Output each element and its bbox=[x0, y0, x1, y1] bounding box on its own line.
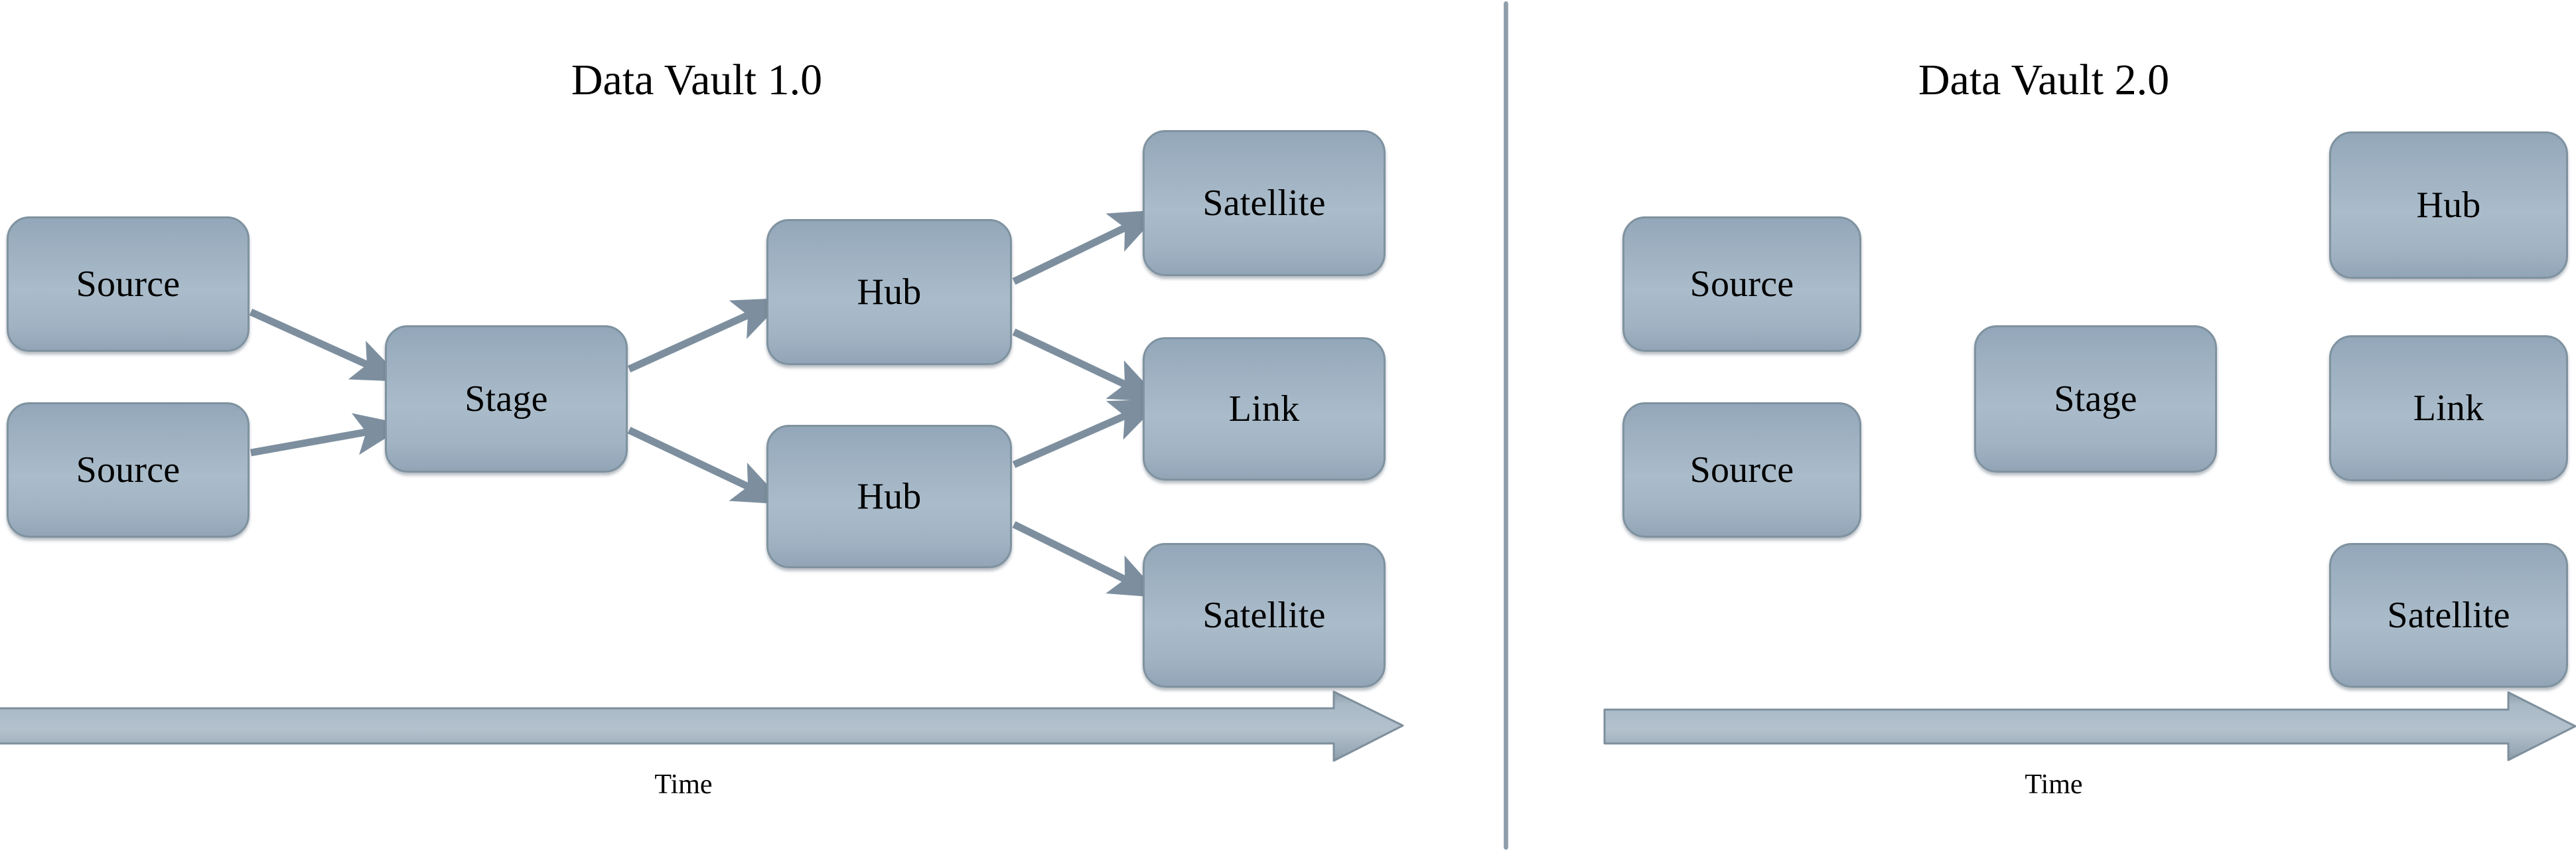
node-label: Hub bbox=[2416, 185, 2481, 226]
node-label: Source bbox=[76, 264, 180, 305]
page-title-right: Data Vault 2.0 bbox=[1918, 56, 2170, 104]
node-label: Stage bbox=[2054, 378, 2137, 420]
node-source-2-right[interactable]: Source bbox=[1622, 402, 1861, 538]
node-label: Source bbox=[1689, 264, 1794, 305]
node-label: Source bbox=[1689, 449, 1794, 491]
node-hub-1-left[interactable]: Hub bbox=[766, 219, 1012, 365]
panel-data-vault-2: Data Vault 2.0 Source Source Stage Hub L… bbox=[1510, 0, 2576, 851]
panel-divider bbox=[1504, 1, 1508, 850]
node-stage-right[interactable]: Stage bbox=[1974, 325, 2217, 473]
time-axis-arrow-left bbox=[0, 690, 1404, 762]
panel-data-vault-1: Data Vault 1.0 Source Source Stage Hub H… bbox=[0, 0, 1506, 851]
node-label: Link bbox=[2413, 388, 2484, 429]
diagram-canvas: Data Vault 1.0 Source Source Stage Hub H… bbox=[0, 0, 2576, 851]
node-label: Hub bbox=[857, 476, 922, 517]
node-satellite-right[interactable]: Satellite bbox=[2329, 543, 2568, 688]
node-hub-right[interactable]: Hub bbox=[2329, 131, 2568, 279]
node-hub-2-left[interactable]: Hub bbox=[766, 425, 1012, 568]
node-label: Satellite bbox=[1202, 183, 1326, 224]
node-source-1-left[interactable]: Source bbox=[7, 216, 250, 352]
node-satellite-2-left[interactable]: Satellite bbox=[1143, 543, 1386, 688]
node-label: Satellite bbox=[2387, 595, 2510, 636]
node-label: Hub bbox=[857, 271, 922, 313]
time-label-right: Time bbox=[2025, 769, 2083, 800]
node-source-2-left[interactable]: Source bbox=[7, 402, 250, 538]
node-satellite-1-left[interactable]: Satellite bbox=[1143, 130, 1386, 276]
page-title-left: Data Vault 1.0 bbox=[571, 56, 823, 104]
node-stage-left[interactable]: Stage bbox=[385, 325, 628, 473]
time-axis-arrow-right bbox=[1603, 691, 2576, 761]
node-link-right[interactable]: Link bbox=[2329, 335, 2568, 481]
node-link-left[interactable]: Link bbox=[1143, 337, 1386, 481]
node-label: Link bbox=[1228, 388, 1300, 429]
node-source-1-right[interactable]: Source bbox=[1622, 216, 1861, 352]
time-label-left: Time bbox=[654, 769, 713, 800]
node-label: Stage bbox=[465, 378, 548, 420]
node-label: Source bbox=[76, 449, 180, 491]
node-label: Satellite bbox=[1202, 595, 1326, 636]
